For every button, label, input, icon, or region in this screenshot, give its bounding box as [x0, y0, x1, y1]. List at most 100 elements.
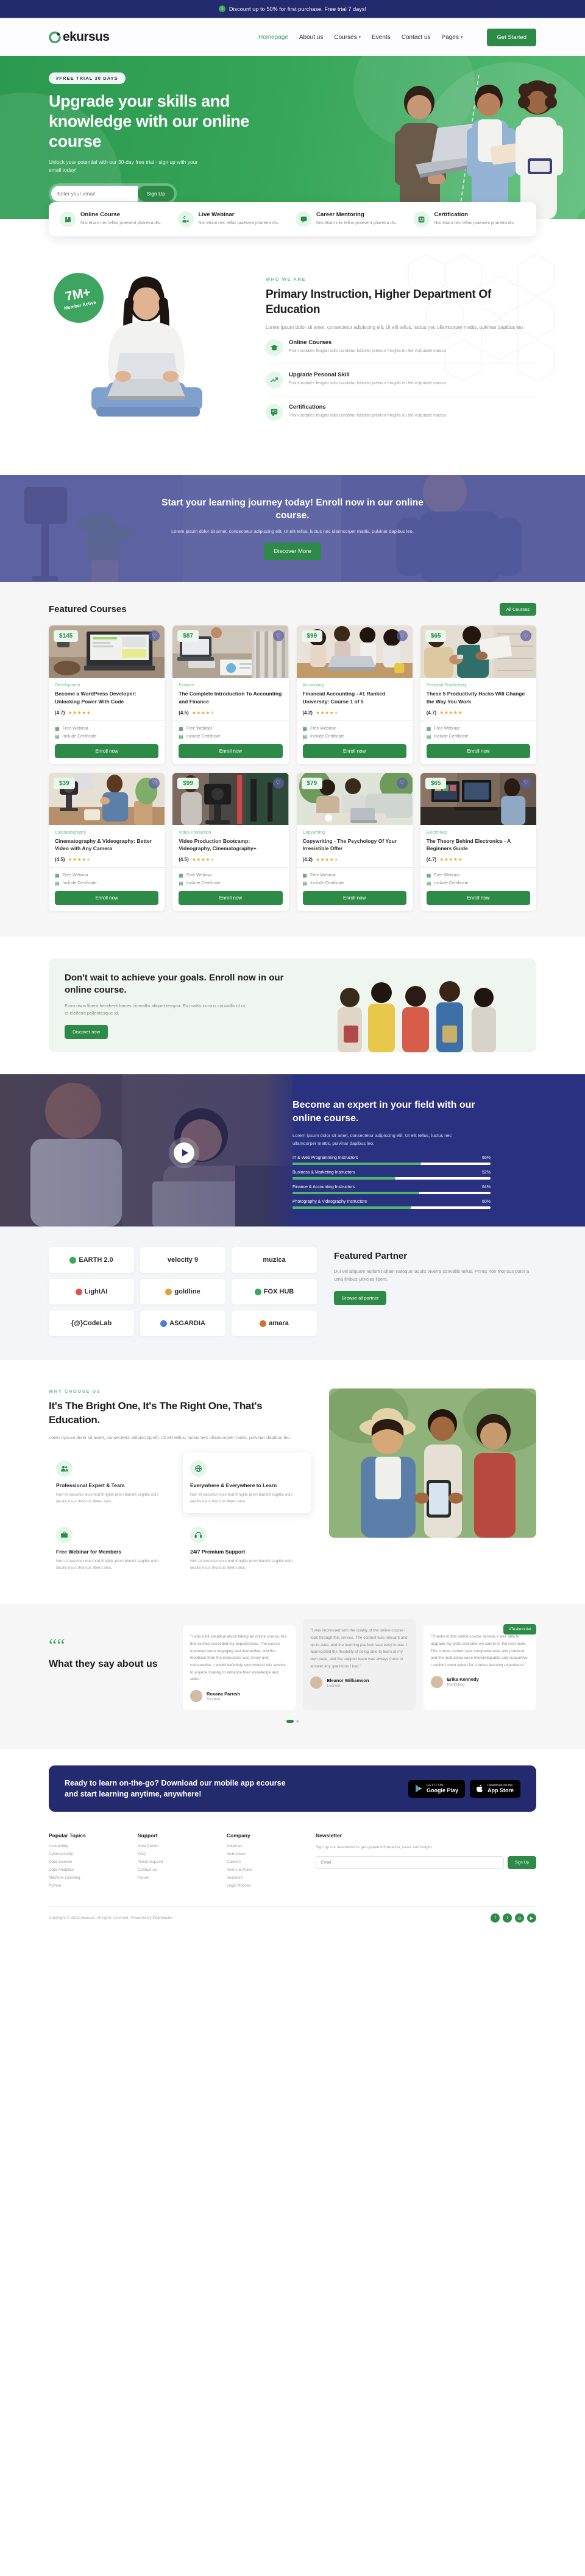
enroll-now-button[interactable]: Enroll now — [302, 744, 406, 758]
enroll-now-button[interactable]: Enroll now — [55, 744, 159, 758]
instagram-icon[interactable]: ◎ — [515, 1913, 524, 1923]
favorite-heart-icon[interactable]: ♡ — [149, 777, 160, 789]
twitter-icon[interactable]: t — [503, 1913, 512, 1923]
course-card[interactable]: $99 ♡ Video Production Video Production … — [172, 772, 289, 911]
partner-logo[interactable]: {@}CodeLab — [49, 1311, 134, 1336]
enroll-now-button[interactable]: Enroll now — [302, 891, 406, 905]
partner-logo[interactable]: FOX HUB — [232, 1279, 317, 1304]
footer-link[interactable]: Machine Learning — [49, 1876, 122, 1880]
page-title: Featured Courses — [49, 604, 127, 614]
course-card[interactable]: $145 ♡ Development Become a WordPress De… — [49, 625, 165, 764]
footer-link[interactable]: Forum — [138, 1876, 211, 1880]
footer-link[interactable]: Careers — [227, 1860, 300, 1864]
feature-certification[interactable]: Certification Nisi etiam nec tellus prae… — [413, 211, 526, 227]
browse-partners-button[interactable]: Browse all partner — [334, 1291, 387, 1306]
partner-logo[interactable]: goldline — [140, 1279, 225, 1304]
favorite-heart-icon[interactable]: ♡ — [272, 630, 284, 641]
why-card-premium-support[interactable]: 24/7 Premium Support Non et nascetur eui… — [183, 1519, 311, 1579]
nav-link-events[interactable]: Events — [372, 34, 391, 41]
footer-link[interactable]: Investors — [227, 1876, 300, 1880]
favorite-heart-icon[interactable]: ♡ — [520, 777, 531, 789]
enroll-now-button[interactable]: Enroll now — [55, 891, 159, 905]
signup-button[interactable]: Sign Up — [137, 186, 174, 202]
partner-logo[interactable]: muzica — [232, 1247, 317, 1273]
course-card[interactable]: $65 ♡ Electronics The Theory Behind Elec… — [420, 772, 536, 911]
who-item-certifications[interactable]: Certifications Proin sodales feugiat odi… — [266, 396, 536, 428]
footer-link[interactable]: Help Center — [138, 1844, 211, 1848]
footer-link[interactable]: Terms & Rules — [227, 1868, 300, 1872]
nav-link-about-us[interactable]: About us — [299, 34, 323, 41]
partner-logo[interactable]: EARTH 2.0 — [49, 1247, 134, 1273]
who-item-desc: Proin sodales feugiat odio curabitur lob… — [289, 413, 446, 418]
discover-more-button[interactable]: Discover More — [264, 543, 321, 561]
course-thumbnail: $39 ♡ — [49, 772, 165, 825]
nav-link-pages[interactable]: Pages ▾ — [442, 34, 463, 41]
course-card[interactable]: $79 ♡ Copywriting Copywriting - The Psyc… — [296, 772, 413, 911]
enroll-now-button[interactable]: Enroll now — [179, 891, 283, 905]
newsletter-email-input[interactable] — [316, 1856, 504, 1870]
carousel-dot-active[interactable] — [286, 1720, 294, 1723]
who-item-upgrade-skill[interactable]: Upgrade Pesonal Skill Proin sodales feug… — [266, 364, 536, 397]
carousel-dot[interactable] — [296, 1720, 299, 1723]
footer-link[interactable]: Ticket Support — [138, 1860, 211, 1864]
nav-link-label: Homepage — [258, 33, 288, 41]
facebook-icon[interactable]: f — [491, 1913, 500, 1923]
feature-label: Free Webinar — [186, 873, 213, 878]
footer-link[interactable]: Instructure — [227, 1852, 300, 1856]
course-card[interactable]: $39 ♡ Cinematography Cinematography & Vi… — [49, 772, 165, 911]
play-button[interactable] — [174, 1142, 194, 1163]
feature-label: Include Certificate — [62, 734, 97, 739]
why-paragraph: Lorem ipsum dolor sit amet, consectetur … — [49, 1434, 291, 1440]
partner-logo[interactable]: velocity 9 — [140, 1247, 225, 1273]
enroll-now-button[interactable]: Enroll now — [179, 744, 283, 758]
why-card-everywhere-to-learn[interactable]: Everywhere & Everywhere to Learn Non et … — [183, 1452, 311, 1513]
who-item-online-courses[interactable]: Online Courses Proin sodales feugiat odi… — [266, 332, 536, 365]
certificate-icon: ▤ — [179, 881, 183, 886]
footer-link[interactable]: Legal Notices — [227, 1884, 300, 1888]
footer-link[interactable]: Data Analytics — [49, 1868, 122, 1872]
partner-logo[interactable]: LightAI — [49, 1279, 134, 1304]
google-play-button[interactable]: GET IT ON Google Play — [408, 1779, 465, 1798]
feature-career-mentoring[interactable]: Career Mentoring Nisi etiam nec tellus p… — [296, 211, 408, 227]
footer-link[interactable]: Data Science — [49, 1860, 122, 1864]
feature-desc: Nisi etiam nec tellus praesent pharetra … — [198, 221, 279, 225]
all-courses-button[interactable]: All Courses — [499, 603, 536, 616]
course-card[interactable]: $65 ♡ Personal Productivity These 5 Prod… — [420, 625, 536, 764]
store-small-label: Download on the — [487, 1783, 513, 1787]
footer-link[interactable]: About us — [227, 1844, 300, 1848]
course-card[interactable]: $87 ♡ Finance The Complete Introduction … — [172, 625, 289, 764]
partner-name: goldline — [174, 1288, 200, 1295]
nav-link-contact-us[interactable]: Contact us — [402, 34, 431, 41]
enroll-now-button[interactable]: Enroll now — [426, 744, 530, 758]
footer-link[interactable]: Cybersecurity — [49, 1852, 122, 1856]
progress-track — [292, 1206, 491, 1209]
email-input[interactable] — [51, 186, 138, 202]
id-card-icon — [413, 211, 430, 227]
nav-link-courses[interactable]: Courses ▾ — [334, 34, 361, 41]
discover-now-button[interactable]: Discover now — [65, 1025, 108, 1039]
favorite-heart-icon[interactable]: ♡ — [396, 630, 408, 641]
newsletter-signup-button[interactable]: Sign Up — [507, 1856, 536, 1870]
course-title: The Theory Behind Electronics - A Beginn… — [426, 837, 511, 852]
footer-link[interactable]: Python — [49, 1884, 122, 1888]
nav-link-homepage[interactable]: Homepage — [258, 34, 288, 41]
why-card-professional-expert[interactable]: Professional Expert & Team Non et nascet… — [49, 1452, 177, 1513]
app-store-button[interactable]: Download on the App Store — [469, 1779, 520, 1798]
footer-link[interactable]: FAQ — [138, 1852, 211, 1856]
course-card[interactable]: $99 ♡ Accounting Financial Accounting - … — [296, 625, 413, 764]
enroll-now-button[interactable]: Enroll now — [426, 891, 530, 905]
footer-link[interactable]: Contact us — [138, 1868, 211, 1872]
star-rating-icon: ★★★★★ — [191, 857, 215, 862]
favorite-heart-icon[interactable]: ♡ — [272, 777, 284, 789]
feature-online-course[interactable]: Online Course Nisi etiam nec tellus prae… — [60, 211, 172, 227]
feature-live-webinar[interactable]: Live Webinar Nisi etiam nec tellus praes… — [177, 211, 290, 227]
brand-logo[interactable]: ekursus — [49, 30, 110, 44]
get-started-button[interactable]: Get Started — [487, 28, 536, 46]
partner-logo[interactable]: amara — [232, 1311, 317, 1336]
youtube-icon[interactable]: ▶ — [527, 1913, 536, 1923]
partner-logo[interactable]: ASGARDIA — [140, 1311, 225, 1336]
favorite-heart-icon[interactable]: ♡ — [396, 777, 408, 789]
why-card-free-webinar[interactable]: Free Webinar for Members Non et nascetur… — [49, 1519, 177, 1579]
favorite-heart-icon[interactable]: ♡ — [520, 630, 531, 641]
footer-link[interactable]: Accounting — [49, 1844, 122, 1848]
